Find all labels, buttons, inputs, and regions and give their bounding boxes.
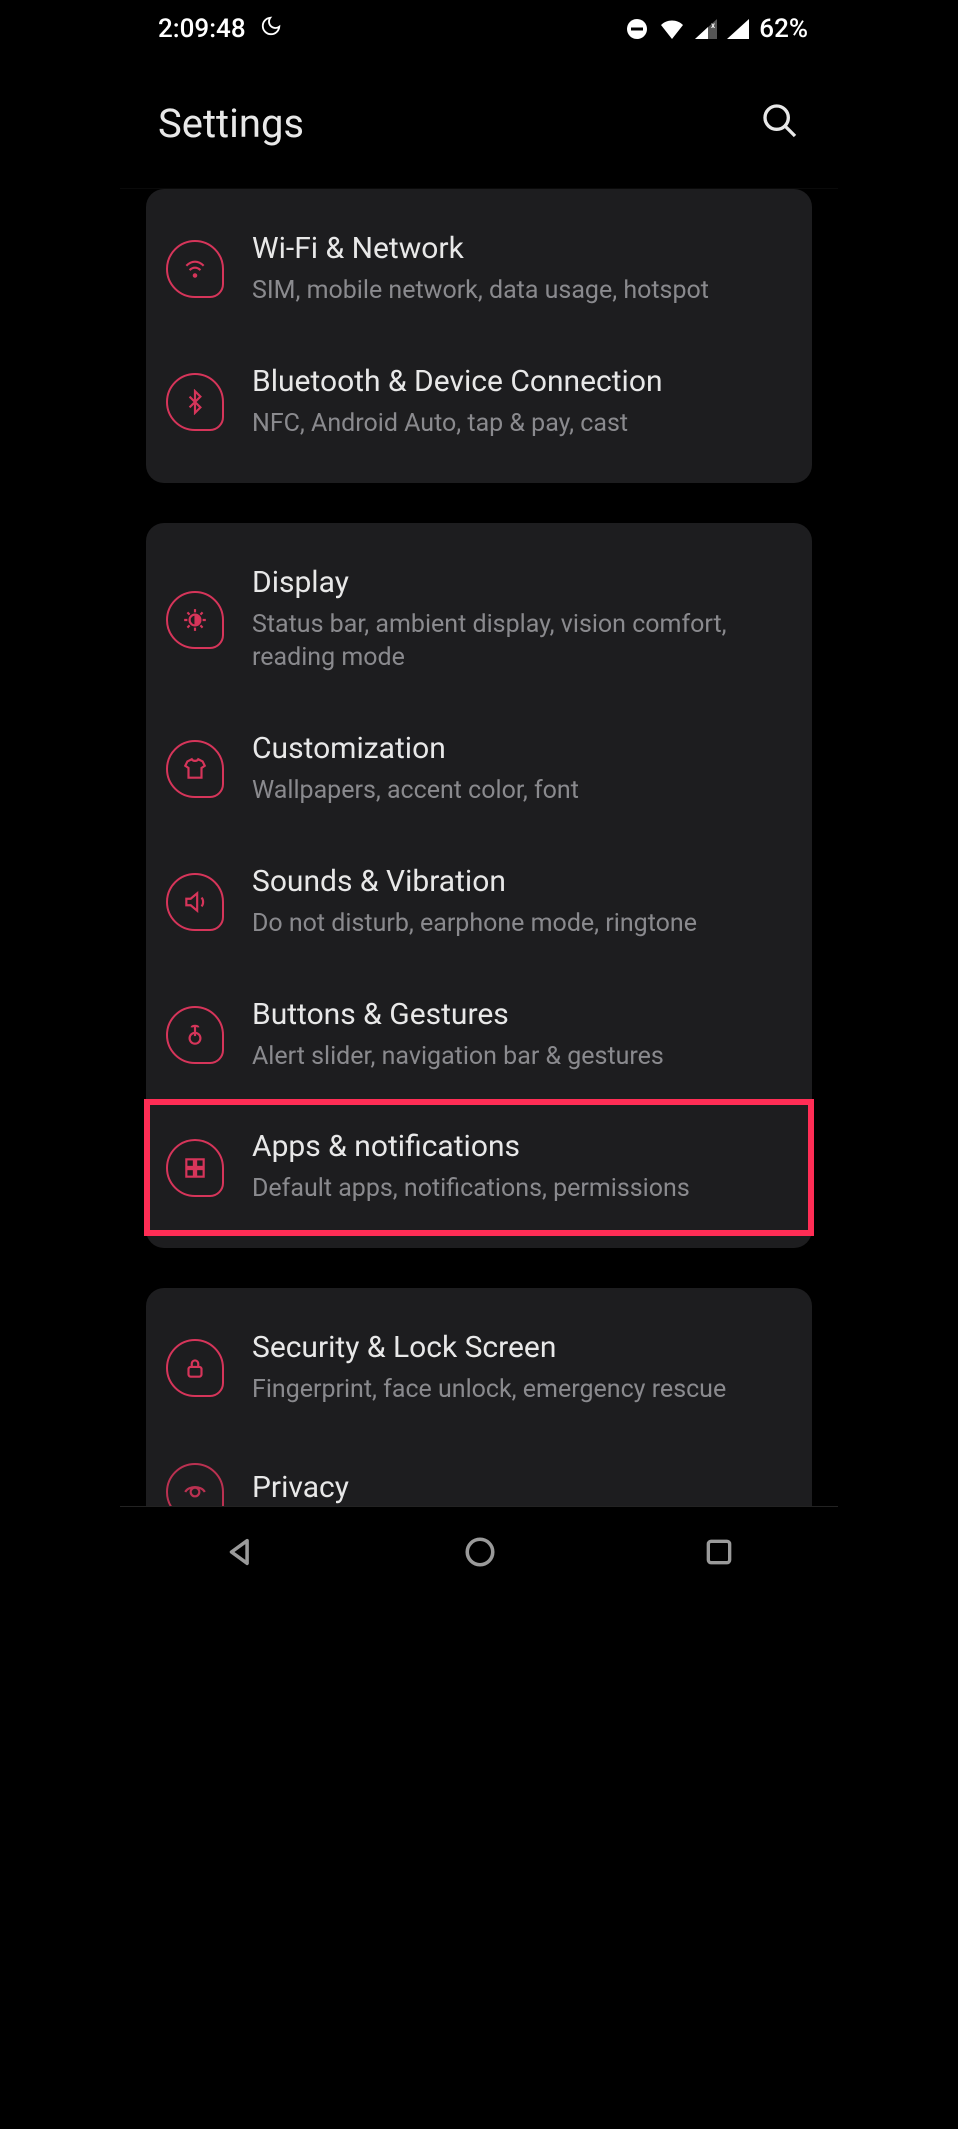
privacy-icon bbox=[166, 1463, 224, 1506]
wifi-icon bbox=[166, 240, 224, 298]
lock-icon bbox=[166, 1339, 224, 1397]
row-title: Apps & notifications bbox=[252, 1129, 786, 1164]
row-subtitle: Wallpapers, accent color, font bbox=[252, 774, 786, 808]
home-circle-icon bbox=[463, 1535, 497, 1569]
row-bluetooth[interactable]: Bluetooth & Device Connection NFC, Andro… bbox=[146, 336, 812, 469]
search-button[interactable] bbox=[760, 101, 800, 145]
signal-1-icon: x bbox=[695, 19, 717, 39]
nav-home-button[interactable] bbox=[463, 1535, 497, 1569]
row-title: Display bbox=[252, 565, 786, 600]
display-icon bbox=[166, 591, 224, 649]
navigation-bar bbox=[120, 1506, 838, 1596]
svg-text:x: x bbox=[711, 21, 715, 30]
dnd-icon bbox=[625, 17, 649, 41]
status-time: 2:09:48 bbox=[158, 14, 246, 44]
row-title: Customization bbox=[252, 731, 786, 766]
row-title: Security & Lock Screen bbox=[252, 1330, 786, 1365]
apps-grid-icon bbox=[166, 1139, 224, 1197]
touch-icon bbox=[166, 1006, 224, 1064]
row-wifi-network[interactable]: Wi-Fi & Network SIM, mobile network, dat… bbox=[146, 203, 812, 336]
row-subtitle: Alert slider, navigation bar & gestures bbox=[252, 1040, 786, 1074]
row-title: Sounds & Vibration bbox=[252, 864, 786, 899]
back-triangle-icon bbox=[223, 1535, 257, 1569]
signal-2-icon bbox=[727, 19, 749, 39]
row-customization[interactable]: Customization Wallpapers, accent color, … bbox=[146, 703, 812, 836]
row-apps-notifications[interactable]: Apps & notifications Default apps, notif… bbox=[146, 1101, 812, 1234]
bluetooth-icon bbox=[166, 373, 224, 431]
row-subtitle: Default apps, notifications, permissions bbox=[252, 1172, 786, 1206]
row-gestures[interactable]: Buttons & Gestures Alert slider, navigat… bbox=[146, 969, 812, 1102]
settings-group: Wi-Fi & Network SIM, mobile network, dat… bbox=[146, 189, 812, 483]
status-bar: 2:09:48 x 62% bbox=[120, 0, 838, 58]
battery-text: 62% bbox=[759, 14, 808, 44]
settings-list[interactable]: Wi-Fi & Network SIM, mobile network, dat… bbox=[120, 189, 838, 1506]
wifi-status-icon bbox=[659, 19, 685, 39]
row-title: Bluetooth & Device Connection bbox=[252, 364, 786, 399]
nav-back-button[interactable] bbox=[223, 1535, 257, 1569]
page-title: Settings bbox=[158, 100, 304, 147]
search-icon bbox=[760, 101, 800, 141]
row-title: Privacy bbox=[252, 1470, 786, 1505]
settings-header: Settings bbox=[120, 58, 838, 188]
row-subtitle: Status bar, ambient display, vision comf… bbox=[252, 608, 786, 676]
shirt-icon bbox=[166, 740, 224, 798]
dnd-moon-icon bbox=[260, 14, 282, 44]
row-subtitle: Do not disturb, earphone mode, ringtone bbox=[252, 907, 786, 941]
row-subtitle: Fingerprint, face unlock, emergency resc… bbox=[252, 1373, 786, 1407]
row-title: Buttons & Gestures bbox=[252, 997, 786, 1032]
row-privacy[interactable]: Privacy bbox=[146, 1435, 812, 1506]
nav-recent-button[interactable] bbox=[703, 1536, 735, 1568]
settings-group: Display Status bar, ambient display, vis… bbox=[146, 523, 812, 1249]
row-title: Wi-Fi & Network bbox=[252, 231, 786, 266]
row-sounds[interactable]: Sounds & Vibration Do not disturb, earph… bbox=[146, 836, 812, 969]
row-subtitle: NFC, Android Auto, tap & pay, cast bbox=[252, 407, 786, 441]
settings-group: Security & Lock Screen Fingerprint, face… bbox=[146, 1288, 812, 1506]
speaker-icon bbox=[166, 873, 224, 931]
row-subtitle: SIM, mobile network, data usage, hotspot bbox=[252, 274, 786, 308]
row-display[interactable]: Display Status bar, ambient display, vis… bbox=[146, 537, 812, 704]
row-security[interactable]: Security & Lock Screen Fingerprint, face… bbox=[146, 1302, 812, 1435]
recent-square-icon bbox=[703, 1536, 735, 1568]
